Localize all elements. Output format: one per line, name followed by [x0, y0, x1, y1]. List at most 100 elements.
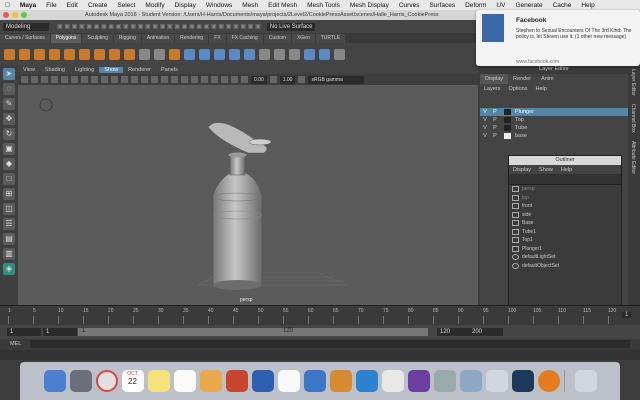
outliner-layout-icon[interactable]: ☰: [3, 218, 15, 230]
shelf-tab-fx-caching[interactable]: FX Caching: [226, 33, 263, 43]
uv-editor-icon[interactable]: [334, 48, 345, 60]
outliner-item[interactable]: Base: [509, 219, 621, 228]
safe-action-icon[interactable]: [111, 76, 118, 83]
multi-cut-icon[interactable]: [274, 48, 285, 60]
time-slider[interactable]: 1 5 10 15 20 25 30 35 40 45 50 55 60 65 70 75 80 85 90 95 10…: [0, 305, 640, 326]
visibility-toggle[interactable]: V: [480, 109, 490, 115]
layer-row[interactable]: V P Plunger: [480, 108, 628, 116]
menu-cache[interactable]: Cache: [548, 2, 577, 9]
motion-blur-icon[interactable]: [191, 76, 198, 83]
lights-icon[interactable]: [161, 76, 168, 83]
autodesk-icon[interactable]: [433, 370, 456, 392]
poly-cube-icon[interactable]: [19, 48, 30, 60]
app-store-icon[interactable]: [303, 370, 326, 392]
trash-icon[interactable]: [574, 370, 597, 392]
side-tab-layer-editor[interactable]: Layer Editor: [628, 65, 638, 100]
hypershade-layout-icon[interactable]: ▥: [3, 248, 15, 260]
menu-edit-mesh[interactable]: Edit Mesh: [263, 2, 302, 9]
mel-label[interactable]: MEL: [10, 341, 21, 347]
maya-icon[interactable]: [407, 370, 430, 392]
layer-color-swatch[interactable]: [504, 117, 511, 123]
app-menu[interactable]: Maya: [15, 2, 41, 9]
image-capture-icon[interactable]: [485, 370, 508, 392]
outliner-item[interactable]: front: [509, 202, 621, 211]
textured-icon[interactable]: [151, 76, 158, 83]
facebook-notification[interactable]: Facebook Stephen to Sexual Encounters Of…: [476, 10, 640, 66]
menu-mesh[interactable]: Mesh: [237, 2, 263, 9]
launchpad-icon[interactable]: [69, 370, 92, 392]
outliner-item[interactable]: Plunger1: [509, 245, 621, 254]
outliner-item[interactable]: persp: [509, 185, 621, 194]
bridge-icon[interactable]: [199, 48, 210, 60]
isolate-select-icon[interactable]: [211, 76, 218, 83]
apple-menu-icon[interactable]: : [0, 2, 15, 9]
tab-anim[interactable]: Anim: [536, 74, 559, 84]
menu-help[interactable]: Help: [576, 2, 599, 9]
menu-help-layer[interactable]: Help: [531, 86, 550, 92]
bool-union-icon[interactable]: [229, 48, 240, 60]
viewport-menu-view[interactable]: View: [18, 67, 40, 73]
playback-toggle[interactable]: P: [490, 133, 500, 139]
menu-modify[interactable]: Modify: [140, 2, 169, 9]
live-surface-field[interactable]: No Live Surface: [266, 22, 316, 31]
menu-surfaces[interactable]: Surfaces: [424, 2, 460, 9]
camera-icon[interactable]: [21, 76, 28, 83]
shelf-tab-custom[interactable]: Custom: [263, 33, 291, 43]
finder-icon[interactable]: [43, 370, 66, 392]
outliner-menu-help[interactable]: Help: [557, 167, 576, 173]
origin-icon[interactable]: [537, 370, 560, 392]
poly-cylinder-icon[interactable]: [34, 48, 45, 60]
bevel-icon[interactable]: [214, 48, 225, 60]
wireframe-icon[interactable]: [121, 76, 128, 83]
outliner-item[interactable]: Top1: [509, 236, 621, 245]
shadows-icon[interactable]: [171, 76, 178, 83]
minimize-window-button[interactable]: [12, 12, 18, 18]
menu-windows[interactable]: Windows: [201, 2, 237, 9]
shelf-tab-rigging[interactable]: Rigging: [113, 33, 141, 43]
platonic-icon[interactable]: [109, 48, 120, 60]
photos-icon[interactable]: [199, 370, 222, 392]
poly-cone-icon[interactable]: [49, 48, 60, 60]
select-tool-icon[interactable]: ➤: [3, 68, 15, 80]
visibility-toggle[interactable]: V: [480, 133, 490, 139]
grid-icon[interactable]: [61, 76, 68, 83]
shelf-tab-animation[interactable]: Animation: [141, 33, 175, 43]
outliner-menu-show[interactable]: Show: [535, 167, 557, 173]
outliner-menu-display[interactable]: Display: [509, 167, 535, 173]
playback-toggle[interactable]: P: [490, 109, 500, 115]
layer-color-swatch[interactable]: [504, 125, 511, 131]
perspective-viewport[interactable]: persp: [18, 85, 478, 305]
ambient-occlusion-icon[interactable]: [181, 76, 188, 83]
scale-tool-icon[interactable]: ▣: [3, 143, 15, 155]
anim-end-field[interactable]: 200: [469, 328, 503, 336]
color-management-icon[interactable]: [298, 76, 306, 83]
menu-mesh-tools[interactable]: Mesh Tools: [302, 2, 345, 9]
visibility-toggle[interactable]: V: [480, 117, 490, 123]
menu-file[interactable]: File: [41, 2, 61, 9]
paint-select-icon[interactable]: ✎: [3, 98, 15, 110]
target-weld-icon[interactable]: [289, 48, 300, 60]
auto-map-icon[interactable]: [319, 48, 330, 60]
menu-select[interactable]: Select: [112, 2, 140, 9]
pyramid-icon[interactable]: [124, 48, 135, 60]
color-space-select[interactable]: sRGB gamma: [308, 75, 365, 84]
poly-sphere-icon[interactable]: [4, 48, 15, 60]
layer-row[interactable]: V P base: [480, 132, 628, 140]
shelf-tab-xgen[interactable]: XGen: [291, 33, 315, 43]
outliner-title[interactable]: Outliner: [509, 156, 621, 165]
menu-display[interactable]: Display: [170, 2, 201, 9]
bookmark-icon[interactable]: [41, 76, 48, 83]
shelf-tab-fx[interactable]: FX: [209, 33, 226, 43]
side-tab-channel-box[interactable]: Channel Box: [628, 100, 638, 137]
current-frame-field[interactable]: 1: [622, 312, 632, 318]
outliner-item[interactable]: side: [509, 211, 621, 220]
menu-uv[interactable]: UV: [491, 2, 510, 9]
menu-curves[interactable]: Curves: [394, 2, 425, 9]
tab-display[interactable]: Display: [480, 74, 509, 84]
outliner-item[interactable]: defaultLightSet: [509, 253, 621, 262]
smooth-shade-icon[interactable]: [131, 76, 138, 83]
playback-toggle[interactable]: P: [490, 125, 500, 131]
viewport-menu-lighting[interactable]: Lighting: [70, 67, 99, 73]
menu-generate[interactable]: Generate: [510, 2, 547, 9]
tab-render[interactable]: Render: [508, 74, 536, 84]
